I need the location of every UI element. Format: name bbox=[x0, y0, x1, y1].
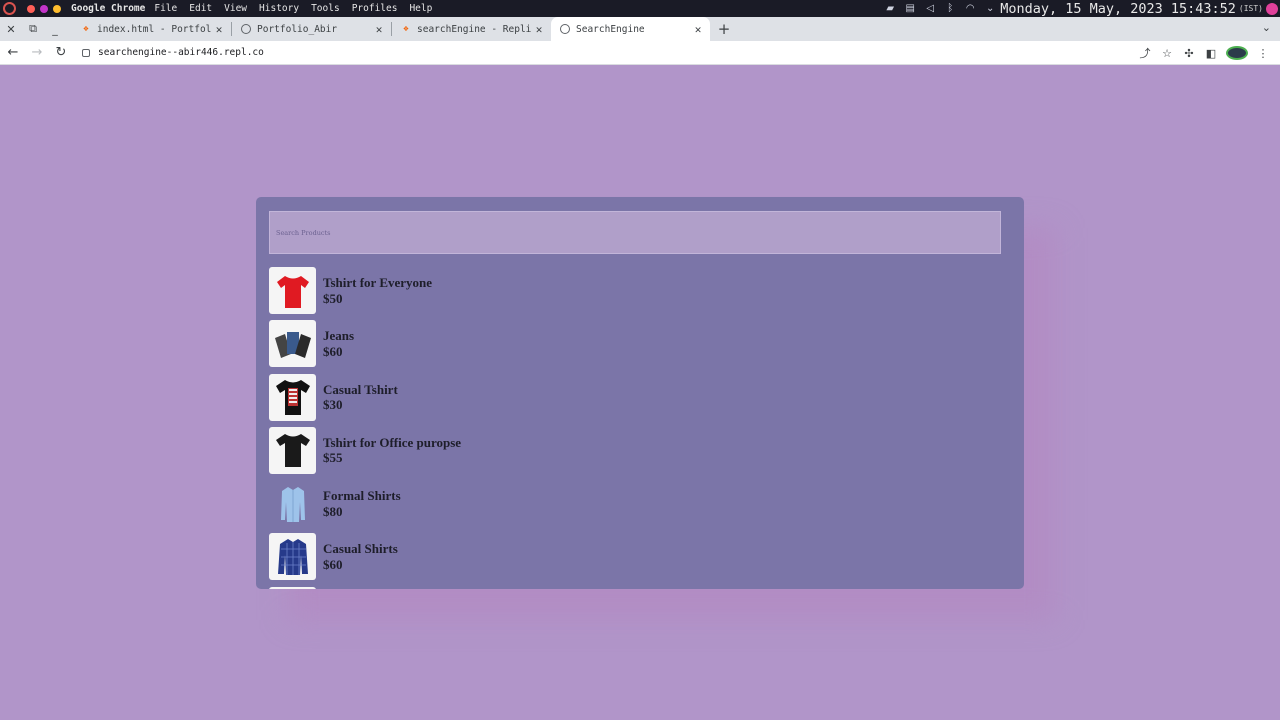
os-logo-icon[interactable] bbox=[3, 2, 16, 15]
close-window-button[interactable]: ✕ bbox=[0, 17, 22, 41]
tab-groups-icon[interactable]: ⧉ bbox=[22, 17, 44, 41]
new-tab-button[interactable]: + bbox=[710, 17, 738, 41]
list-item[interactable]: Tshirt for Office puropse $55 bbox=[269, 426, 1009, 474]
product-name: Casual Shirts bbox=[323, 541, 398, 557]
list-item[interactable]: Casual Tshirt $30 bbox=[269, 373, 1009, 421]
red-tshirt-icon bbox=[269, 267, 316, 314]
search-card: Tshirt for Everyone $50 Jeans $60 bbox=[256, 197, 1024, 589]
globe-icon bbox=[560, 24, 570, 34]
list-item[interactable]: Tshirt for Everyone $50 bbox=[269, 267, 1009, 314]
side-panel-icon[interactable]: ◧ bbox=[1200, 47, 1222, 60]
globe-icon bbox=[241, 24, 251, 34]
timezone: (IST) bbox=[1238, 4, 1263, 13]
toolbar-actions: ⤴ ☆ ✣ ◧ ⋮ bbox=[1134, 41, 1274, 65]
wifi-icon[interactable]: ◠ bbox=[964, 3, 976, 14]
chevron-down-icon[interactable]: ⌄ bbox=[984, 3, 996, 14]
menu-profiles[interactable]: Profiles bbox=[352, 3, 398, 14]
browser-toolbar: ← → ↻ searchengine--abir446.repl.co ⤴ ☆ … bbox=[0, 41, 1280, 65]
tab-title: index.html - Portfolio bbox=[97, 23, 211, 35]
bookmark-star-icon[interactable]: ☆ bbox=[1156, 47, 1178, 60]
menu-tools[interactable]: Tools bbox=[311, 3, 340, 14]
menu-edit[interactable]: Edit bbox=[189, 3, 212, 14]
close-icon[interactable]: ✕ bbox=[690, 23, 706, 36]
replit-icon: ❖ bbox=[83, 24, 89, 34]
tab-title: SearchEngine bbox=[576, 23, 645, 35]
tab-portfolio-abir[interactable]: Portfolio_Abir ✕ bbox=[232, 17, 391, 41]
product-price: $55 bbox=[323, 450, 343, 466]
product-name: Tshirt for Office puropse bbox=[323, 434, 462, 450]
forward-button[interactable]: → bbox=[26, 42, 48, 64]
system-tray: ▰ ▤ ◁ ᛒ ◠ ⌄ Monday, 15 May, 2023 15:43:5… bbox=[884, 0, 1280, 17]
screenshot-tool-icon[interactable]: ▰ bbox=[884, 3, 896, 14]
user-avatar[interactable] bbox=[1266, 2, 1278, 15]
tab-strip: ✕ ⧉ _ ❖ index.html - Portfolio ✕ Portfol… bbox=[0, 17, 1280, 41]
close-icon[interactable]: ✕ bbox=[531, 23, 547, 36]
url-text[interactable]: searchengine--abir446.repl.co bbox=[98, 47, 264, 58]
blue-formal-shirt-icon bbox=[269, 480, 316, 527]
tab-title: searchEngine - Replit bbox=[417, 23, 531, 35]
back-button[interactable]: ← bbox=[2, 42, 24, 64]
product-name: Formal Shirts bbox=[323, 488, 401, 504]
product-price: $60 bbox=[323, 343, 343, 359]
jeans-icon bbox=[269, 320, 316, 368]
product-name: Jeans bbox=[323, 328, 355, 344]
close-window-icon[interactable] bbox=[27, 4, 35, 13]
tab-title: Portfolio_Abir bbox=[257, 23, 338, 35]
lock-icon[interactable] bbox=[82, 48, 90, 57]
black-tshirt-icon bbox=[269, 426, 316, 474]
menu-view[interactable]: View bbox=[224, 3, 247, 14]
tab-portfolio-index[interactable]: ❖ index.html - Portfolio ✕ bbox=[72, 17, 231, 41]
search-input[interactable] bbox=[276, 228, 1000, 237]
search-box[interactable] bbox=[269, 211, 1001, 254]
product-price: $60 bbox=[323, 556, 343, 572]
maximize-window-icon[interactable] bbox=[53, 4, 61, 13]
tab-searchengine[interactable]: SearchEngine ✕ bbox=[551, 17, 710, 41]
close-icon[interactable]: ✕ bbox=[211, 23, 227, 36]
clipboard-icon[interactable]: ▤ bbox=[904, 3, 916, 14]
black-print-tshirt-icon bbox=[269, 373, 316, 421]
tab-search-chevron-icon[interactable]: ⌄ bbox=[1262, 21, 1271, 34]
list-item[interactable]: Formal Shirts $80 bbox=[269, 480, 1009, 527]
product-name: Tshirt for Everyone bbox=[323, 275, 433, 290]
product-price: $50 bbox=[323, 290, 343, 306]
app-name[interactable]: Google Chrome bbox=[71, 3, 145, 14]
reload-button[interactable]: ↻ bbox=[50, 42, 72, 64]
product-thumbnail bbox=[269, 586, 316, 589]
extensions-icon[interactable]: ✣ bbox=[1178, 47, 1200, 60]
os-top-bar: Google Chrome File Edit View History Too… bbox=[0, 0, 1280, 17]
clock[interactable]: Monday, 15 May, 2023 15:43:52 bbox=[1000, 1, 1236, 17]
product-name: Casual Tshirt bbox=[323, 381, 398, 397]
replit-icon: ❖ bbox=[403, 24, 409, 34]
bluetooth-icon[interactable]: ᛒ bbox=[944, 3, 956, 14]
product-price: $30 bbox=[323, 397, 343, 413]
volume-icon[interactable]: ◁ bbox=[924, 3, 936, 14]
menu-help[interactable]: Help bbox=[409, 3, 432, 14]
product-price: $80 bbox=[323, 503, 343, 519]
app-menu: File Edit View History Tools Profiles He… bbox=[154, 3, 444, 14]
share-icon[interactable]: ⤴ bbox=[1134, 45, 1156, 61]
more-menu-icon[interactable]: ⋮ bbox=[1252, 47, 1274, 60]
menu-history[interactable]: History bbox=[259, 3, 299, 14]
minimize-window-icon[interactable] bbox=[40, 4, 48, 13]
minimize-button[interactable]: _ bbox=[44, 17, 66, 41]
menu-file[interactable]: File bbox=[154, 3, 177, 14]
close-icon[interactable]: ✕ bbox=[371, 23, 387, 36]
checked-shirt-icon bbox=[269, 533, 316, 581]
product-list: Tshirt for Everyone $50 Jeans $60 Casual… bbox=[269, 267, 1009, 589]
window-controls bbox=[27, 4, 61, 13]
list-item[interactable] bbox=[269, 586, 1009, 589]
list-item[interactable]: Jeans $60 bbox=[269, 320, 1009, 368]
profile-avatar[interactable] bbox=[1226, 46, 1248, 60]
address-bar[interactable]: searchengine--abir446.repl.co bbox=[78, 44, 1188, 62]
list-item[interactable]: Casual Shirts $60 bbox=[269, 533, 1009, 581]
tab-searchengine-replit[interactable]: ❖ searchEngine - Replit ✕ bbox=[392, 17, 551, 41]
